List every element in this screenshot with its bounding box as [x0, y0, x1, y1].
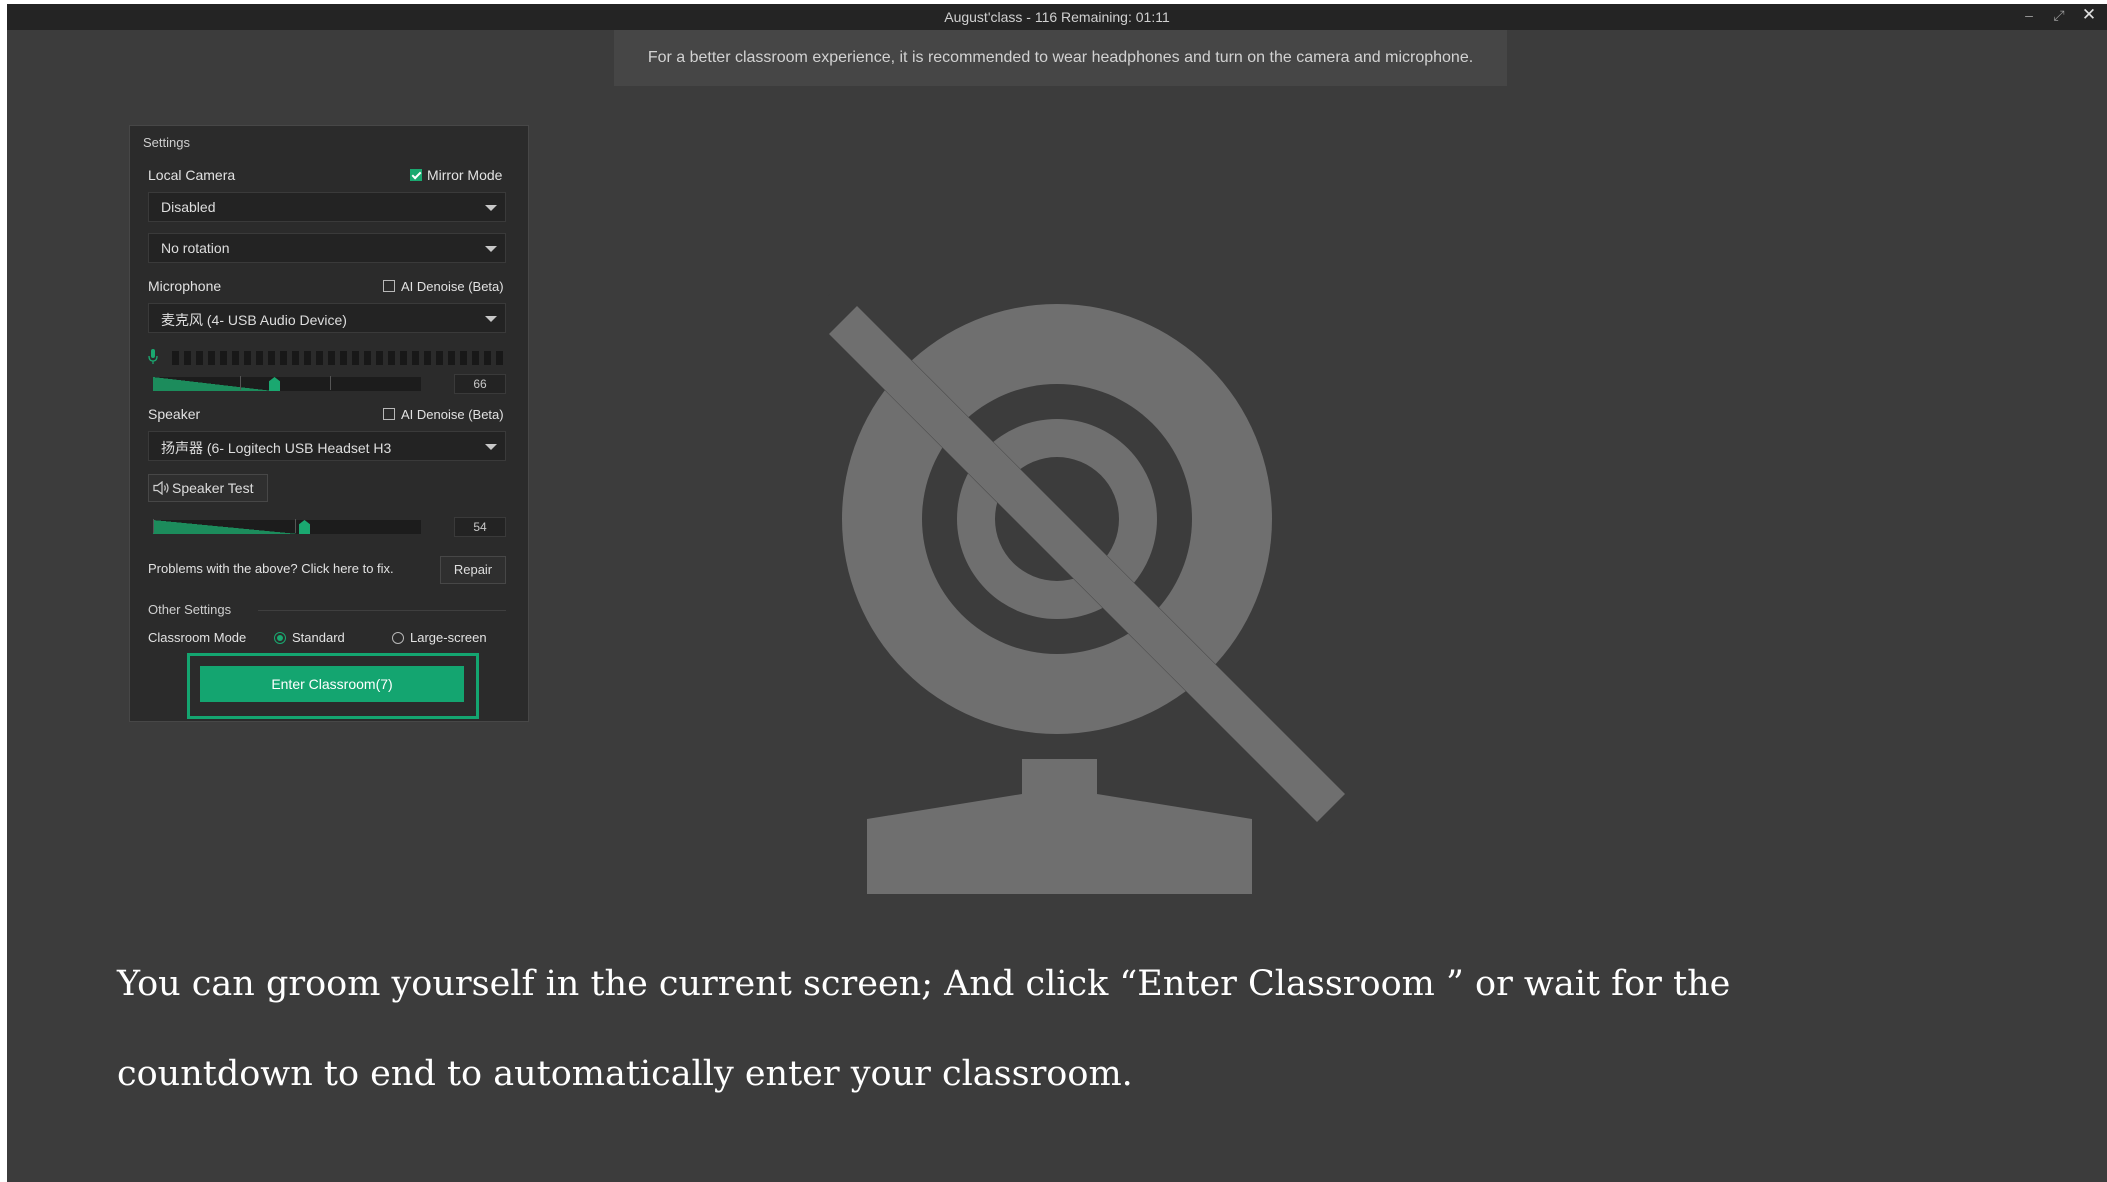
level-segment: [220, 351, 227, 365]
speaker-test-button[interactable]: Speaker Test: [148, 474, 268, 502]
repair-hint: Problems with the above? Click here to f…: [148, 561, 394, 576]
level-segment: [316, 351, 323, 365]
microphone-label: Microphone: [148, 278, 222, 294]
standard-mode-label: Standard: [292, 630, 345, 645]
microphone-device-select[interactable]: 麦克风 (4- USB Audio Device): [148, 303, 506, 333]
local-camera-label: Local Camera: [148, 167, 236, 183]
level-segment: [424, 351, 431, 365]
mirror-mode-checkbox[interactable]: [410, 169, 422, 181]
speaker-ai-denoise-label: AI Denoise (Beta): [401, 407, 504, 422]
level-segment: [196, 351, 203, 365]
chevron-down-icon: [485, 444, 497, 450]
level-segment: [256, 351, 263, 365]
close-button[interactable]: ✕: [2079, 5, 2099, 25]
repair-button[interactable]: Repair: [440, 556, 506, 584]
settings-title: Settings: [143, 135, 190, 150]
minimize-button[interactable]: –: [2019, 7, 2039, 23]
mirror-mode-label: Mirror Mode: [427, 167, 503, 183]
instruction-caption: You can groom yourself in the current sc…: [117, 939, 2077, 1119]
level-segment: [496, 351, 503, 365]
speaker-ai-denoise-checkbox[interactable]: [383, 408, 395, 420]
title-bar: August'class - 116 Remaining: 01:11 – ⤢ …: [7, 4, 2107, 30]
chevron-down-icon: [485, 246, 497, 252]
level-segment: [364, 351, 371, 365]
headphones-tip: For a better classroom experience, it is…: [614, 30, 1507, 86]
chevron-down-icon: [485, 205, 497, 211]
level-segment: [304, 351, 311, 365]
speaker-volume-value[interactable]: 54: [454, 517, 506, 537]
large-screen-mode-label: Large-screen: [410, 630, 487, 645]
level-segment: [184, 351, 191, 365]
level-segment: [436, 351, 443, 365]
level-segment: [472, 351, 479, 365]
level-segment: [412, 351, 419, 365]
level-segment: [400, 351, 407, 365]
caption-line-1: You can groom yourself in the current sc…: [117, 964, 1731, 1004]
level-segment: [244, 351, 251, 365]
classroom-mode-label: Classroom Mode: [148, 630, 247, 645]
camera-device-select[interactable]: Disabled: [148, 192, 506, 222]
level-segment: [352, 351, 359, 365]
enter-classroom-button[interactable]: Enter Classroom(7): [200, 666, 464, 702]
level-segment: [388, 351, 395, 365]
camera-rotation-select[interactable]: No rotation: [148, 233, 506, 263]
speaker-device-select[interactable]: 扬声器 (6- Logitech USB Headset H3: [148, 431, 506, 461]
caption-line-2: countdown to end to automatically enter …: [117, 1054, 1133, 1094]
divider: [258, 610, 506, 611]
settings-panel: Settings Local Camera Mirror Mode Disabl…: [129, 125, 529, 722]
level-segment: [376, 351, 383, 365]
microphone-device-value: 麦克风 (4- USB Audio Device): [161, 312, 347, 328]
level-segment: [280, 351, 287, 365]
mic-volume-value[interactable]: 66: [454, 374, 506, 394]
speaker-test-label: Speaker Test: [172, 480, 254, 496]
mic-ai-denoise-checkbox[interactable]: [383, 280, 395, 292]
app-window: August'class - 116 Remaining: 01:11 – ⤢ …: [7, 4, 2107, 1182]
mic-volume-slider[interactable]: [153, 377, 421, 391]
enter-classroom-highlight: Enter Classroom(7): [187, 653, 479, 719]
level-segment: [340, 351, 347, 365]
level-segment: [268, 351, 275, 365]
level-segment: [208, 351, 215, 365]
mic-ai-denoise-label: AI Denoise (Beta): [401, 279, 504, 294]
level-segment: [448, 351, 455, 365]
window-title: August'class - 116 Remaining: 01:11: [944, 9, 1170, 25]
restore-button[interactable]: ⤢: [2049, 7, 2069, 24]
camera-device-value: Disabled: [161, 199, 216, 215]
mic-level-meter: [148, 348, 508, 366]
standard-mode-radio[interactable]: [274, 632, 286, 644]
level-segment: [484, 351, 491, 365]
speaker-label: Speaker: [148, 406, 201, 422]
chevron-down-icon: [485, 316, 497, 322]
speaker-volume-slider[interactable]: [153, 520, 421, 534]
other-settings-title: Other Settings: [148, 602, 232, 617]
microphone-icon: [148, 349, 158, 364]
speaker-icon: [153, 481, 169, 495]
large-screen-mode-radio[interactable]: [392, 632, 404, 644]
camera-rotation-value: No rotation: [161, 240, 230, 256]
speaker-device-value: 扬声器 (6- Logitech USB Headset H3: [161, 440, 392, 456]
level-segment: [292, 351, 299, 365]
level-segment: [460, 351, 467, 365]
level-segment: [328, 351, 335, 365]
camera-off-icon: [817, 294, 1357, 894]
level-segment: [232, 351, 239, 365]
level-segment: [172, 351, 179, 365]
